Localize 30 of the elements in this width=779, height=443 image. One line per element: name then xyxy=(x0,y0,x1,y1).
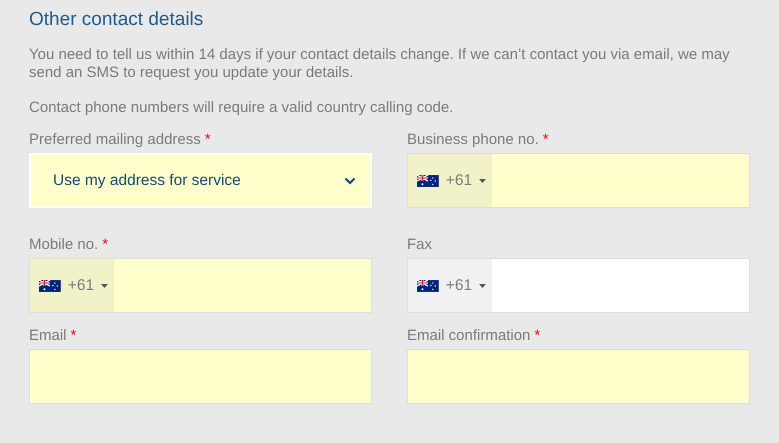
flag-icon xyxy=(417,280,439,292)
field-label: Mobile no. xyxy=(29,236,98,254)
mailing-address-select[interactable]: Use my address for service xyxy=(29,153,372,208)
field-label: Business phone no. xyxy=(407,131,539,149)
required-mark: * xyxy=(534,327,540,345)
caret-icon xyxy=(479,178,486,182)
info-text: Contact phone numbers will require a valid country calling code. xyxy=(29,99,454,117)
country-code-dropdown[interactable]: +61 xyxy=(30,259,114,312)
required-mark: * xyxy=(542,131,549,149)
country-code-dropdown[interactable]: +61 xyxy=(408,259,492,312)
flag-icon xyxy=(39,280,61,292)
field-label: Email confirmation xyxy=(407,327,530,345)
email-field[interactable] xyxy=(29,349,372,404)
country-code-dropdown[interactable]: +61 xyxy=(408,154,492,207)
section-title: Other contact details xyxy=(29,8,204,32)
field-label: Email xyxy=(29,327,67,345)
caret-icon xyxy=(101,284,108,288)
info-text: You need to tell us within 14 days if your contact details change. If we can’t contact you via email, we may send an SMS to request you update your details. xyxy=(29,46,731,82)
required-mark: * xyxy=(102,236,108,254)
required-mark: * xyxy=(70,327,76,345)
phone-field[interactable]: +61 xyxy=(407,258,750,313)
field-label: Fax xyxy=(407,236,432,254)
chevron-down-icon xyxy=(344,176,356,184)
phone-field[interactable]: +61 xyxy=(29,258,372,313)
field-label: Preferred mailing address xyxy=(29,131,201,149)
caret-icon xyxy=(479,284,486,288)
email-field[interactable] xyxy=(407,349,750,404)
phone-field[interactable]: +61 xyxy=(407,153,750,208)
required-mark: * xyxy=(204,131,211,149)
flag-icon xyxy=(417,174,439,186)
